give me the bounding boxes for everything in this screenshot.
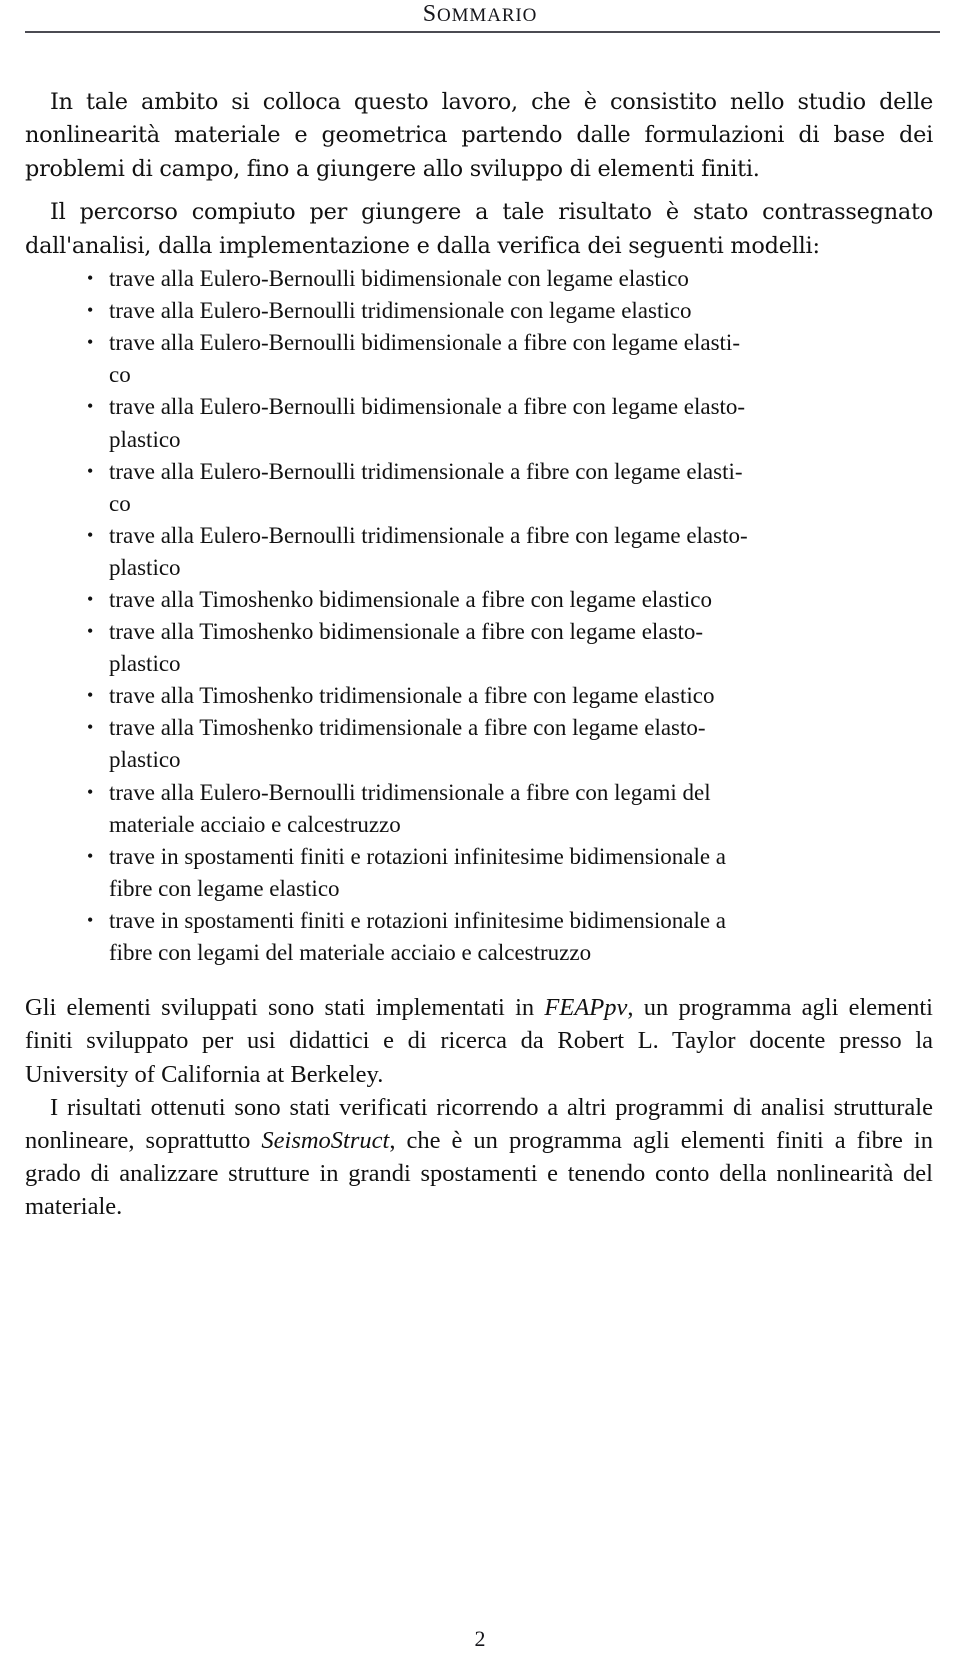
- list-item: trave in spostamenti finiti e rotazioni …: [25, 840, 933, 905]
- paragraph-feappv-lead: Gli elementi sviluppati sono stati imple…: [25, 994, 545, 1022]
- list-item-text: trave alla Eulero-Bernoulli tridimension…: [109, 298, 692, 324]
- list-item: trave alla Timoshenko bidimensionale a f…: [25, 583, 933, 616]
- list-item-text: trave alla Eulero-Bernoulli bidimensiona…: [109, 266, 689, 292]
- list-item-text: trave alla Eulero-Bernoulli tridimension…: [109, 458, 743, 484]
- list-item-text: trave alla Eulero-Bernoulli tridimension…: [109, 522, 748, 548]
- list-item: trave alla Eulero-Bernoulli tridimension…: [25, 294, 933, 327]
- list-item-text: trave alla Eulero-Bernoulli tridimension…: [109, 779, 711, 805]
- page-number: 2: [474, 1626, 486, 1651]
- header-divider: [25, 31, 940, 33]
- list-item-tail: plastico: [109, 747, 181, 773]
- list-item: trave alla Timoshenko tridimensionale a …: [25, 711, 933, 776]
- list-item-text: trave alla Timoshenko tridimensionale a …: [109, 715, 706, 741]
- list-item-tail: materiale acciaio e calcestruzzo: [109, 811, 401, 837]
- list-item-text: trave in spostamenti finiti e rotazioni …: [109, 907, 727, 933]
- list-item: trave alla Eulero-Bernoulli tridimension…: [25, 519, 933, 584]
- software-name-feappv: FEAPpv: [544, 994, 628, 1022]
- list-item: trave alla Eulero-Bernoulli tridimension…: [25, 455, 933, 520]
- list-item-text: trave alla Timoshenko bidimensionale a f…: [109, 586, 712, 612]
- list-item-text: trave alla Timoshenko tridimensionale a …: [109, 683, 715, 709]
- page-running-head: SOMMARIO: [0, 0, 960, 34]
- list-item-text: trave alla Timoshenko bidimensionale a f…: [109, 619, 704, 645]
- list-item-tail: fibre con legame elastico: [109, 875, 340, 901]
- paragraph-models-lead-in: Il percorso compiuto per giungere a tale…: [25, 199, 933, 259]
- paragraph-seismostruct: I risultati ottenuti sono stati verifica…: [25, 1091, 933, 1224]
- list-item-tail: fibre con legami del materiale acciaio e…: [109, 940, 592, 965]
- list-item-text: trave alla Eulero-Bernoulli bidimensiona…: [109, 394, 746, 420]
- list-item-tail: plastico: [109, 426, 181, 452]
- paragraph-intro: In tale ambito si colloca questo lavoro,…: [25, 89, 933, 182]
- list-item: trave alla Timoshenko bidimensionale a f…: [25, 615, 933, 680]
- software-name-seismostruct: SeismoStruct: [261, 1126, 390, 1154]
- list-item: trave in spostamenti finiti e rotazioni …: [25, 904, 933, 969]
- list-item: trave alla Eulero-Bernoulli bidimensiona…: [25, 262, 933, 295]
- list-item: trave alla Eulero-Bernoulli bidimensiona…: [25, 390, 933, 455]
- paragraph-feappv: Gli elementi sviluppati sono stati imple…: [25, 991, 933, 1091]
- list-item: trave alla Timoshenko tridimensionale a …: [25, 679, 933, 712]
- list-item-tail: plastico: [109, 651, 181, 677]
- list-item: trave alla Eulero-Bernoulli bidimensiona…: [25, 326, 933, 391]
- page-title-rest: OMMARIO: [436, 5, 538, 26]
- page-title-initial: S: [422, 1, 437, 27]
- list-item-text: trave alla Eulero-Bernoulli bidimensiona…: [109, 330, 740, 356]
- list-item-text: trave in spostamenti finiti e rotazioni …: [109, 843, 727, 869]
- list-item: trave alla Eulero-Bernoulli tridimension…: [25, 776, 933, 841]
- page-title: SOMMARIO: [0, 1, 960, 28]
- list-item-tail: co: [109, 362, 131, 388]
- document-body: In tale ambito si colloca questo lavoro,…: [25, 86, 933, 1224]
- list-item-tail: co: [109, 490, 131, 516]
- list-item-tail: plastico: [109, 554, 181, 580]
- model-list: trave alla Eulero-Bernoulli bidimensiona…: [25, 262, 933, 969]
